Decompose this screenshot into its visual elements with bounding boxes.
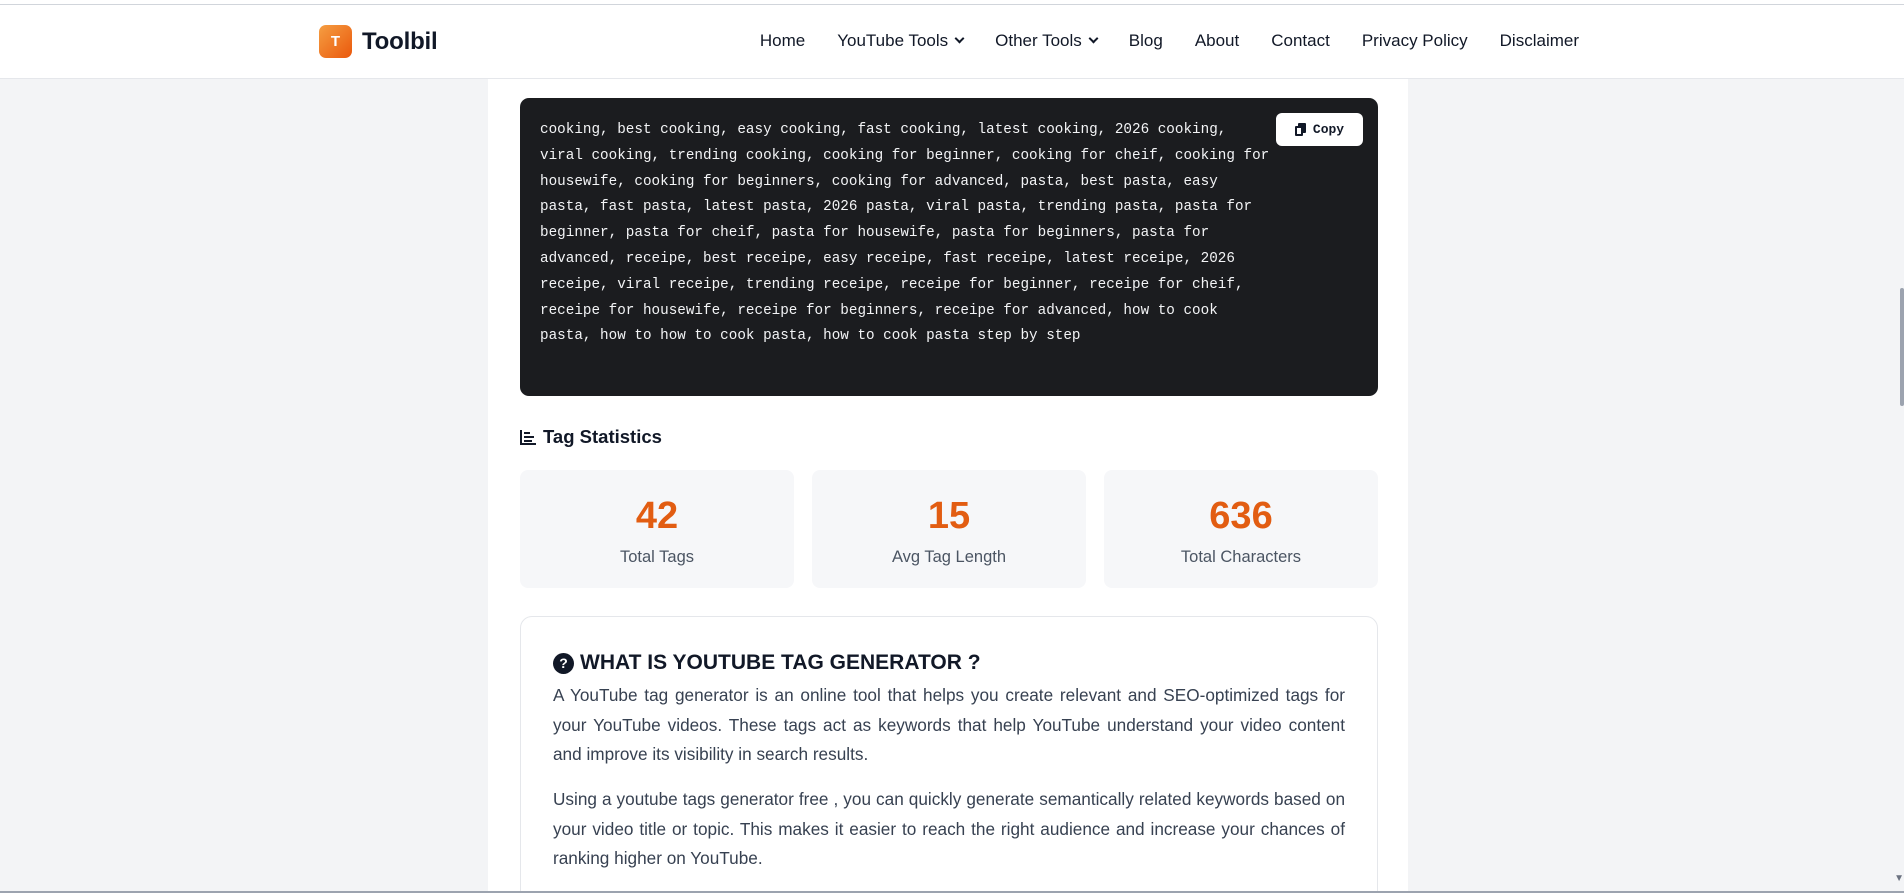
stat-avg-tag-length-value: 15	[927, 495, 971, 537]
tag-statistics-heading: Tag Statistics	[520, 426, 662, 448]
stat-total-tags: 42 Total Tags	[520, 470, 794, 588]
scroll-down-arrow-icon[interactable]: ▼	[1894, 873, 1904, 884]
stat-avg-tag-length-label: Avg Tag Length	[891, 548, 1007, 566]
nav-privacy-policy[interactable]: Privacy Policy	[1362, 31, 1468, 51]
chevron-down-icon	[954, 33, 965, 44]
generated-tags-box: cooking, best cooking, easy cooking, fas…	[520, 98, 1378, 396]
what-is-paragraph-1: A YouTube tag generator is an online too…	[553, 685, 1345, 764]
page-scrollbar[interactable]: ▼	[1894, 0, 1904, 893]
nav-contact[interactable]: Contact	[1271, 31, 1330, 51]
nav-youtube-tools[interactable]: YouTube Tools	[837, 31, 965, 51]
copy-button-label: Copy	[1312, 122, 1345, 137]
generated-tags-text[interactable]: cooking, best cooking, easy cooking, fas…	[540, 118, 1270, 350]
bar-chart-icon	[520, 429, 536, 445]
copy-icon	[1294, 123, 1306, 136]
navbar: T Toolbil Home YouTube Tools Other Tools…	[0, 5, 1904, 79]
what-is-paragraph-2: Using a youtube tags generator free , yo…	[553, 789, 1345, 868]
question-circle-icon: ?	[553, 652, 574, 674]
stat-total-tags-label: Total Tags	[620, 548, 694, 566]
what-is-section: ? WHAT IS YOUTUBE TAG GENERATOR ? A YouT…	[520, 616, 1378, 893]
stat-total-characters-value: 636	[1209, 495, 1273, 537]
stat-total-characters: 636 Total Characters	[1104, 470, 1378, 588]
main-nav: Home YouTube Tools Other Tools Blog Abou…	[760, 31, 1579, 51]
tag-statistics-title: Tag Statistics	[543, 426, 662, 447]
chevron-down-icon	[1088, 33, 1099, 44]
nav-about[interactable]: About	[1195, 31, 1239, 51]
nav-disclaimer[interactable]: Disclaimer	[1500, 31, 1579, 51]
what-is-title: WHAT IS YOUTUBE TAG GENERATOR ?	[580, 651, 981, 674]
nav-other-tools[interactable]: Other Tools	[995, 31, 1099, 51]
nav-blog[interactable]: Blog	[1129, 31, 1163, 51]
site-logo[interactable]: T Toolbil	[319, 25, 438, 58]
nav-youtube-tools-label: YouTube Tools	[837, 31, 949, 50]
scrollbar-thumb[interactable]	[1900, 288, 1904, 406]
stat-total-tags-value: 42	[635, 495, 679, 537]
stat-total-characters-label: Total Characters	[1180, 548, 1302, 566]
nav-other-tools-label: Other Tools	[995, 31, 1082, 50]
logo-icon: T	[319, 25, 352, 58]
what-is-heading: ? WHAT IS YOUTUBE TAG GENERATOR ?	[553, 651, 981, 675]
nav-home[interactable]: Home	[760, 31, 805, 51]
brand-name: Toolbil	[362, 27, 438, 55]
copy-button[interactable]: Copy	[1276, 113, 1363, 146]
stat-avg-tag-length: 15 Avg Tag Length	[812, 470, 1086, 588]
